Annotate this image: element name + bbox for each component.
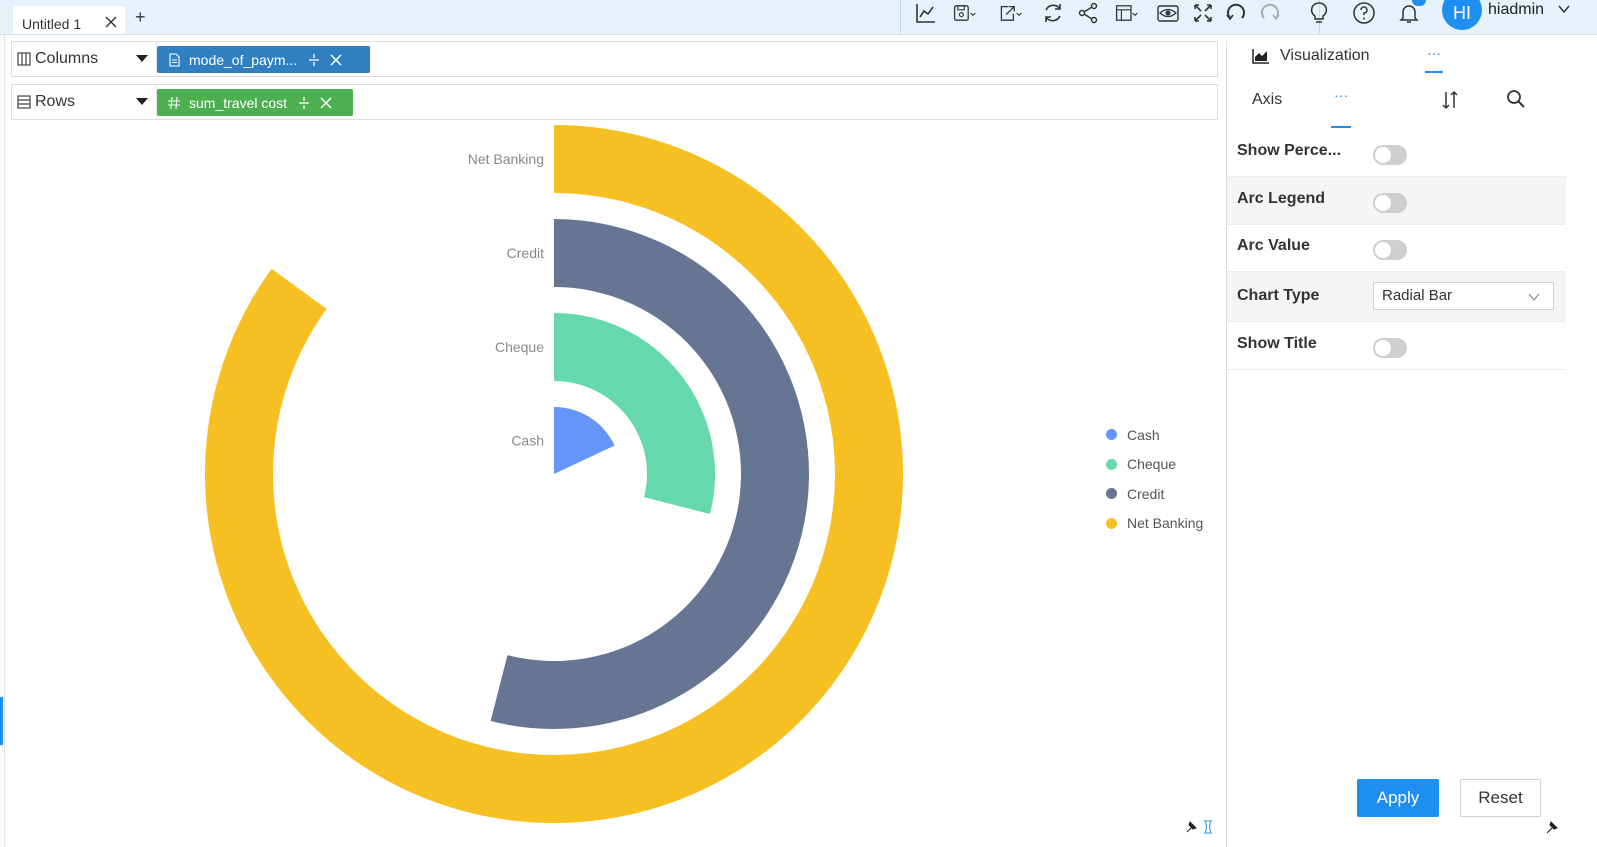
property-row-arc-legend: Arc Legend <box>1227 177 1566 225</box>
show-percentage-toggle[interactable] <box>1373 145 1407 165</box>
toggle-knob <box>1375 147 1391 163</box>
ring-label: Credit <box>507 245 544 261</box>
chart-type-select[interactable]: Radial Bar <box>1373 282 1554 310</box>
legend-item[interactable]: Credit <box>1106 479 1203 509</box>
legend-label: Net Banking <box>1127 515 1204 532</box>
legend-item[interactable]: Cash <box>1106 420 1203 450</box>
panel-subtabs: Axis ··· <box>1227 85 1566 129</box>
show-title-toggle[interactable] <box>1373 338 1407 358</box>
search-icon[interactable] <box>1506 89 1526 109</box>
more-options-button[interactable]: ··· <box>1425 45 1443 73</box>
legend-label: Cash <box>1127 426 1160 443</box>
ring-label: Cash <box>511 433 544 449</box>
sort-icon[interactable] <box>1439 89 1461 111</box>
more-properties-tab[interactable]: ··· <box>1331 87 1351 128</box>
arc-value-toggle[interactable] <box>1373 240 1407 260</box>
toggle-knob <box>1375 242 1391 258</box>
radial-bar-cash[interactable] <box>554 407 615 474</box>
property-row-show-title: Show Title <box>1227 322 1566 370</box>
tab-axis[interactable]: Axis <box>1252 91 1282 109</box>
property-row-chart-type: Chart Type Radial Bar <box>1227 272 1566 322</box>
chart-legend: Cash Cheque Credit Net Banking <box>1106 420 1203 538</box>
arc-legend-label: Arc Legend <box>1237 190 1326 207</box>
property-row-show-percentage: Show Perce... <box>1227 129 1566 177</box>
ring-label: Cheque <box>495 339 544 355</box>
legend-swatch <box>1106 488 1117 500</box>
toggle-knob <box>1375 195 1391 211</box>
legend-label: Cheque <box>1127 456 1177 473</box>
legend-item[interactable]: Net Banking <box>1106 509 1203 539</box>
property-row-arc-value: Arc Value <box>1227 224 1566 272</box>
pin-icon[interactable] <box>1545 818 1561 834</box>
tab-visualization[interactable]: Visualization <box>1252 47 1370 65</box>
legend-item[interactable]: Cheque <box>1106 450 1203 480</box>
reset-button[interactable]: Reset <box>1460 779 1541 817</box>
legend-swatch <box>1106 429 1117 441</box>
chart-type-label: Chart Type <box>1237 287 1320 304</box>
arc-legend-toggle[interactable] <box>1373 193 1407 213</box>
chevron-down-icon <box>1528 293 1540 301</box>
pin-icon[interactable] <box>1183 818 1219 834</box>
show-title-label: Show Title <box>1237 335 1317 352</box>
show-percentage-label: Show Perce... <box>1237 142 1342 159</box>
legend-swatch <box>1106 517 1117 529</box>
tab-visualization-label: Visualization <box>1280 47 1370 64</box>
area-chart-icon <box>1252 49 1269 64</box>
ring-label: Net Banking <box>468 151 544 167</box>
toggle-knob <box>1375 340 1391 356</box>
legend-swatch <box>1106 458 1117 470</box>
properties-panel: Visualization ··· Axis ··· Show Perce...… <box>1226 41 1566 847</box>
arc-value-label: Arc Value <box>1237 237 1310 254</box>
chart-type-value: Radial Bar <box>1382 287 1453 304</box>
legend-label: Credit <box>1127 485 1165 502</box>
apply-button[interactable]: Apply <box>1357 779 1439 817</box>
